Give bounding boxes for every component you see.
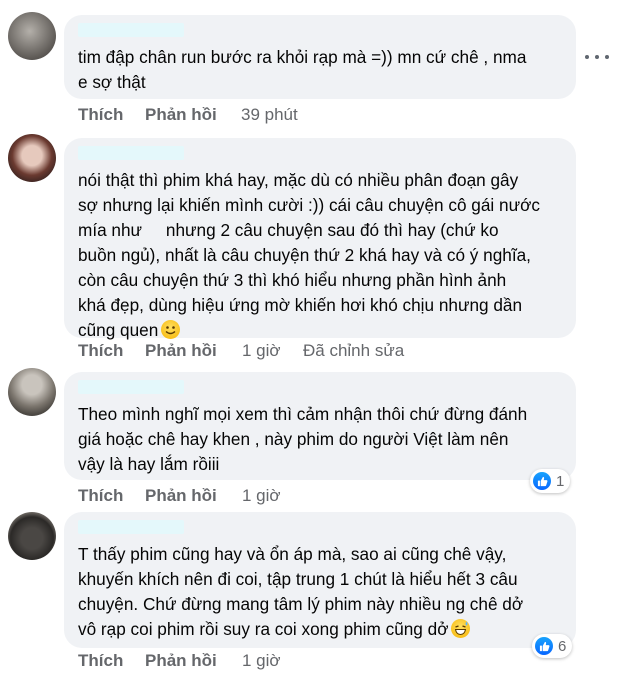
reaction-summary[interactable]: 6: [532, 634, 573, 658]
avatar[interactable]: [8, 512, 56, 560]
commenter-name[interactable]: [78, 380, 184, 394]
edited-label[interactable]: Đã chỉnh sửa: [303, 340, 404, 362]
timestamp[interactable]: 1 giờ: [242, 485, 281, 507]
like-icon: [533, 472, 551, 490]
comment-text: T thấy phim cũng hay và ổn áp mà, sao ai…: [78, 544, 524, 639]
like-button[interactable]: Thích: [78, 485, 123, 507]
avatar[interactable]: [8, 368, 56, 416]
reply-button[interactable]: Phản hồi: [145, 650, 217, 672]
comment-bubble: Theo mình nghĩ mọi xem thì cảm nhận thôi…: [64, 372, 576, 480]
timestamp[interactable]: 1 giờ: [242, 340, 281, 362]
comment-text: nói thật thì phim khá hay, mặc dù có nhi…: [78, 170, 540, 340]
reaction-count: 1: [556, 472, 565, 490]
reply-button[interactable]: Phản hồi: [145, 340, 217, 362]
reply-button[interactable]: Phản hồi: [145, 104, 217, 126]
grin-sweat-emoji: [451, 619, 471, 638]
like-button[interactable]: Thích: [78, 650, 123, 672]
comment-bubble: tim đập chân run bước ra khỏi rạp mà =))…: [64, 15, 576, 99]
like-button[interactable]: Thích: [78, 340, 123, 362]
comment-text: tim đập chân run bước ra khỏi rạp mà =))…: [78, 47, 527, 92]
comment-bubble: T thấy phim cũng hay và ổn áp mà, sao ai…: [64, 512, 576, 648]
like-button[interactable]: Thích: [78, 104, 123, 126]
commenter-name[interactable]: [78, 520, 184, 534]
reply-button[interactable]: Phản hồi: [145, 485, 217, 507]
comment-bubble: nói thật thì phim khá hay, mặc dù có nhi…: [64, 138, 576, 340]
timestamp[interactable]: 39 phút: [241, 104, 298, 126]
reaction-count: 6: [558, 637, 567, 655]
like-icon: [535, 637, 553, 655]
timestamp[interactable]: 1 giờ: [242, 650, 281, 672]
commenter-name[interactable]: [78, 146, 184, 160]
more-options-icon[interactable]: [585, 50, 609, 64]
reaction-summary[interactable]: 1: [530, 469, 571, 493]
avatar[interactable]: [8, 134, 56, 182]
comment-text: Theo mình nghĩ mọi xem thì cảm nhận thôi…: [78, 404, 528, 474]
commenter-name[interactable]: [78, 23, 184, 37]
smile-emoji: [161, 320, 181, 339]
avatar[interactable]: [8, 12, 56, 60]
